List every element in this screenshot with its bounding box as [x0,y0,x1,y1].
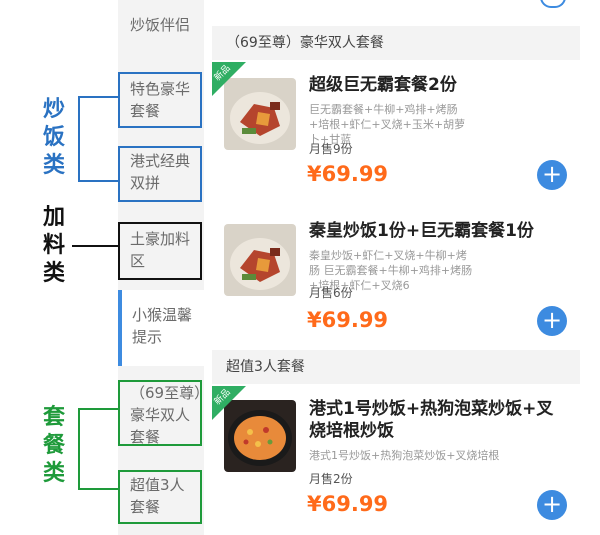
bracket-sets-top [78,408,118,410]
monthly-sales: 月售2份 [309,470,353,487]
annotation-box-69-supreme [118,380,202,446]
product-name: 超级巨无霸套餐2份 [309,74,457,96]
product-card[interactable]: 新品 港式1号炒饭+热狗泡菜炒饭+叉烧培根炒饭 港式1号炒饭+热狗泡菜炒饭+叉烧… [212,386,580,535]
scroll-indicator [540,0,566,8]
group-label-fried-rice: 炒饭类 [40,96,68,180]
product-card[interactable]: 新品 超级巨无霸套餐2份 巨无霸套餐+牛柳+鸡排+烤肠+培根+虾仁+叉烧+玉米+… [212,62,580,202]
add-to-cart-button[interactable]: + [537,306,567,336]
product-price: ¥69.99 [307,492,388,516]
add-to-cart-button[interactable]: + [537,160,567,190]
sidebar-item-monkey-tips[interactable]: 小猴温馨提示 [118,290,204,366]
bracket-sets-vertical [78,408,80,490]
annotation-box-special-deluxe [118,72,202,128]
group-label-sets: 套餐类 [40,404,68,488]
section-header-69-supreme: （69至尊）豪华双人套餐 [212,26,580,60]
product-card[interactable]: 秦皇炒饭1份+巨无霸套餐1份 秦皇炒饭+虾仁+叉烧+牛柳+烤肠 巨无霸套餐+牛柳… [212,206,580,346]
product-name: 秦皇炒饭1份+巨无霸套餐1份 [309,220,534,242]
add-to-cart-button[interactable]: + [537,490,567,520]
bracket-fried-rice-top [78,96,118,98]
annotation-box-value-3 [118,470,202,524]
bracket-fried-rice-bottom [78,180,118,182]
product-price: ¥69.99 [307,308,388,332]
product-name: 港式1号炒饭+热狗泡菜炒饭+叉烧培根炒饭 [309,398,569,442]
product-image [224,224,296,296]
new-badge-icon: 新品 [212,62,246,96]
new-badge-icon: 新品 [212,386,246,420]
monthly-sales: 月售6份 [309,284,353,301]
bracket-sets-bottom [78,488,118,490]
bracket-addons-line [72,245,118,247]
product-description: 港式1号炒饭+热狗泡菜炒饭+叉烧培根 [309,448,559,463]
section-header-value-3-person: 超值3人套餐 [212,350,580,384]
product-price: ¥69.99 [307,162,388,186]
annotation-box-rich-addons [118,222,202,280]
annotation-box-hk-classic [118,146,202,202]
bracket-fried-rice-vertical [78,96,80,182]
group-label-addons: 加料类 [40,204,68,288]
sidebar-item-fried-rice-companion[interactable]: 炒饭伴侣 [118,14,204,44]
monthly-sales: 月售9份 [309,140,353,157]
